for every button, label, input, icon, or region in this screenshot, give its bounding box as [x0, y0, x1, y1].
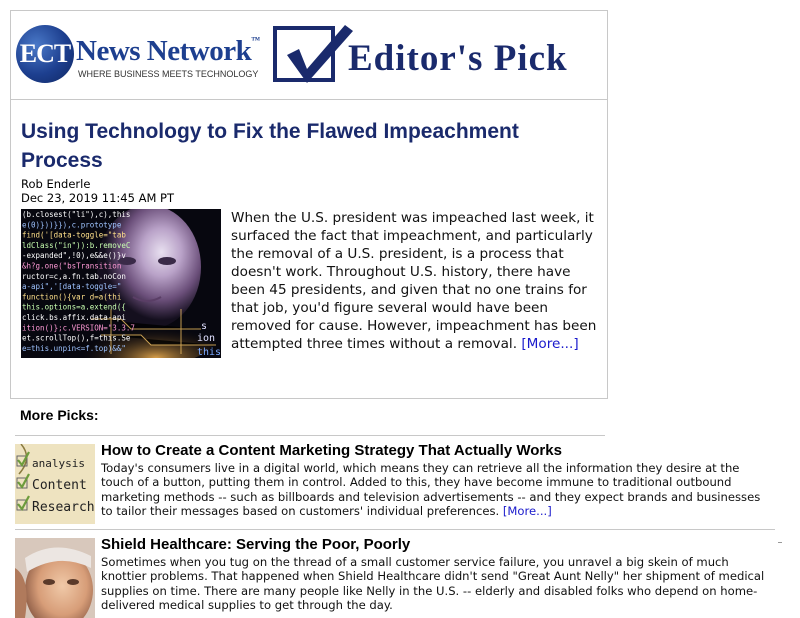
pick-more-link[interactable]: [More...] [503, 504, 552, 518]
svg-text:ion: ion [197, 333, 215, 344]
thumb-word-1: analysis [32, 457, 85, 470]
brand-tagline: WHERE BUSINESS MEETS TECHNOLOGY [78, 69, 259, 79]
image-code-line: ition()};c.VERSION="3.3.7 [22, 323, 135, 332]
ect-logo-globe: ECT [16, 25, 74, 83]
image-code-line: et.scrollTop(),f=this.Se [22, 334, 131, 343]
featured-summary-text: When the U.S. president was impeached la… [231, 210, 597, 352]
pick-thumbnail[interactable] [15, 538, 95, 618]
featured-headline-link[interactable]: Using Technology to Fix the Flawed Impea… [21, 117, 601, 175]
pick-item: Shield Healthcare: Serving the Poor, Poo… [15, 536, 775, 618]
thumb-word-2: Content [32, 478, 87, 493]
checkmark-icon [287, 25, 353, 83]
featured-summary: When the U.S. president was impeached la… [231, 209, 603, 353]
editors-pick-title: Editor's Pick [348, 38, 568, 79]
image-code-line: a-api",'[data-toggle=" [22, 282, 121, 291]
pick-summary: Today's consumers live in a digital worl… [101, 461, 773, 518]
featured-author: Rob Enderle [21, 177, 91, 191]
image-code-line: -expanded",!0),e&&e()}v [22, 251, 126, 260]
pick-summary-text: Sometimes when you tug on the thread of … [101, 555, 765, 612]
editors-pick-card: ECT News Network™ WHERE BUSINESS MEETS T… [10, 10, 608, 399]
image-code-line: click.bs.affix.data-api [22, 313, 126, 322]
thumb-word-3: Research [32, 500, 95, 515]
pick-summary-text: Today's consumers live in a digital worl… [101, 461, 761, 518]
brand-name: News Network™ [76, 35, 260, 68]
featured-date: Dec 23, 2019 11:45 AM PT [21, 191, 174, 205]
divider [15, 529, 775, 530]
image-code-line: (b.closest("li"),c),this [22, 210, 130, 219]
svg-text:s: s [201, 321, 207, 332]
image-code-line: e(0)}))}}),c.prototype [22, 220, 122, 229]
checklist-thumbnail-image: analysis Content Research [15, 444, 95, 524]
image-code-line: ructor=c,a.fn.tab.noCon [22, 272, 126, 281]
ai-face-code-illustration: (b.closest("li"),c),thise(0)}))}}),c.pro… [21, 209, 221, 358]
elderly-woman-thumbnail-image [15, 538, 95, 618]
image-code-line: ldClass("in")):b.removeC [22, 241, 130, 250]
image-code-line: function(){var d=a(thi [22, 292, 121, 301]
trademark-symbol: ™ [251, 35, 260, 45]
image-code-line: &h?g.one("bsTransition [22, 262, 121, 271]
pick-title-link[interactable]: How to Create a Content Marketing Strate… [101, 442, 562, 459]
divider-mark [778, 542, 782, 543]
pick-item: analysis Content Research How to Create … [15, 442, 775, 524]
featured-more-link[interactable]: [More...] [521, 336, 578, 352]
featured-image[interactable]: (b.closest("li"),c),this e(0)}))}}),c.pro… [21, 209, 221, 358]
image-code-line: find('[data-toggle="tab [22, 231, 126, 240]
more-picks-heading: More Picks: [20, 407, 99, 423]
divider [15, 435, 605, 436]
pick-title-link[interactable]: Shield Healthcare: Serving the Poor, Poo… [101, 536, 410, 553]
ect-editors-pick-banner[interactable]: ECT News Network™ WHERE BUSINESS MEETS T… [11, 11, 607, 100]
image-code-line: e=this.unpin<=f.top)&&" [22, 344, 126, 353]
image-code-line: this.options=a.extend({ [22, 303, 126, 312]
pick-summary: Sometimes when you tug on the thread of … [101, 555, 773, 612]
brand-name-text: News Network [76, 35, 252, 67]
svg-text:this.: this. [197, 347, 221, 358]
pick-thumbnail[interactable]: analysis Content Research [15, 444, 95, 524]
